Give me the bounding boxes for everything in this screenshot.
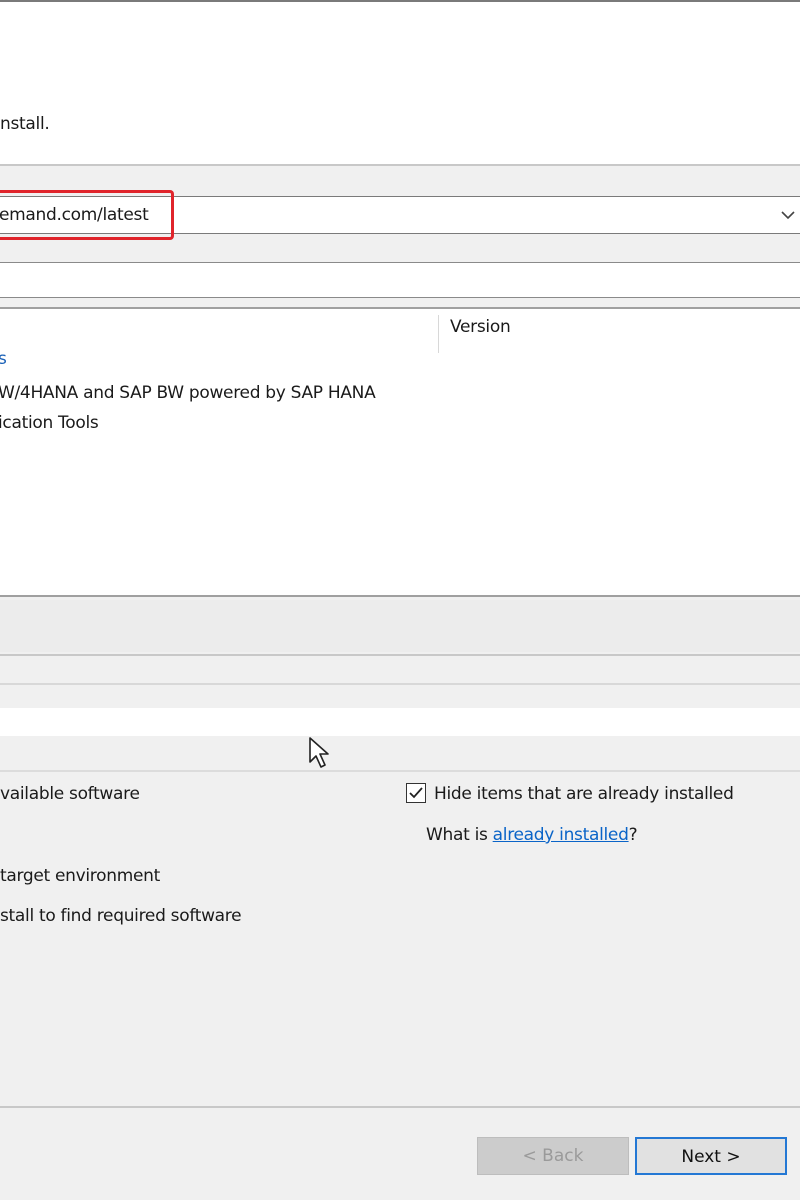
back-button[interactable]: < Back bbox=[477, 1137, 629, 1175]
what-is-prefix: What is bbox=[426, 825, 493, 845]
hide-installed-checkbox[interactable] bbox=[406, 783, 426, 803]
wizard-header: nstall. bbox=[0, 2, 800, 164]
chevron-down-icon[interactable] bbox=[781, 205, 795, 224]
software-tree-table[interactable]: Version s W/4HANA and SAP BW powered by … bbox=[0, 307, 800, 597]
filter-input[interactable] bbox=[0, 262, 800, 298]
mouse-cursor-icon bbox=[308, 736, 334, 774]
what-is-suffix: ? bbox=[628, 825, 638, 845]
separator bbox=[0, 654, 800, 656]
version-column-header[interactable]: Version bbox=[450, 317, 511, 337]
show-applicable-option[interactable]: target environment bbox=[0, 866, 160, 886]
tree-item[interactable]: ication Tools bbox=[0, 413, 99, 433]
already-installed-link[interactable]: already installed bbox=[493, 825, 629, 845]
separator bbox=[0, 683, 800, 685]
checkmark-icon bbox=[409, 787, 423, 799]
contact-sites-option[interactable]: stall to find required software bbox=[0, 906, 242, 926]
show-latest-option[interactable]: vailable software bbox=[0, 784, 140, 804]
details-strip bbox=[0, 708, 800, 736]
next-button[interactable]: Next > bbox=[635, 1137, 787, 1175]
button-bar-separator bbox=[0, 1106, 800, 1108]
hide-installed-label[interactable]: Hide items that are already installed bbox=[434, 784, 734, 804]
column-divider[interactable] bbox=[438, 315, 439, 353]
tree-item[interactable]: W/4HANA and SAP BW powered by SAP HANA bbox=[0, 383, 376, 403]
separator bbox=[0, 770, 800, 772]
tree-item[interactable]: s bbox=[0, 349, 7, 369]
what-is-installed-text: What is already installed? bbox=[426, 825, 638, 845]
details-panel bbox=[0, 600, 800, 652]
header-message: nstall. bbox=[0, 114, 50, 134]
install-wizard-page: nstall. emand.com/latest Version s W/4HA… bbox=[0, 0, 800, 1200]
header-separator bbox=[0, 164, 800, 166]
site-url-value: emand.com/latest bbox=[0, 205, 149, 225]
work-with-site-combo[interactable]: emand.com/latest bbox=[0, 196, 800, 234]
